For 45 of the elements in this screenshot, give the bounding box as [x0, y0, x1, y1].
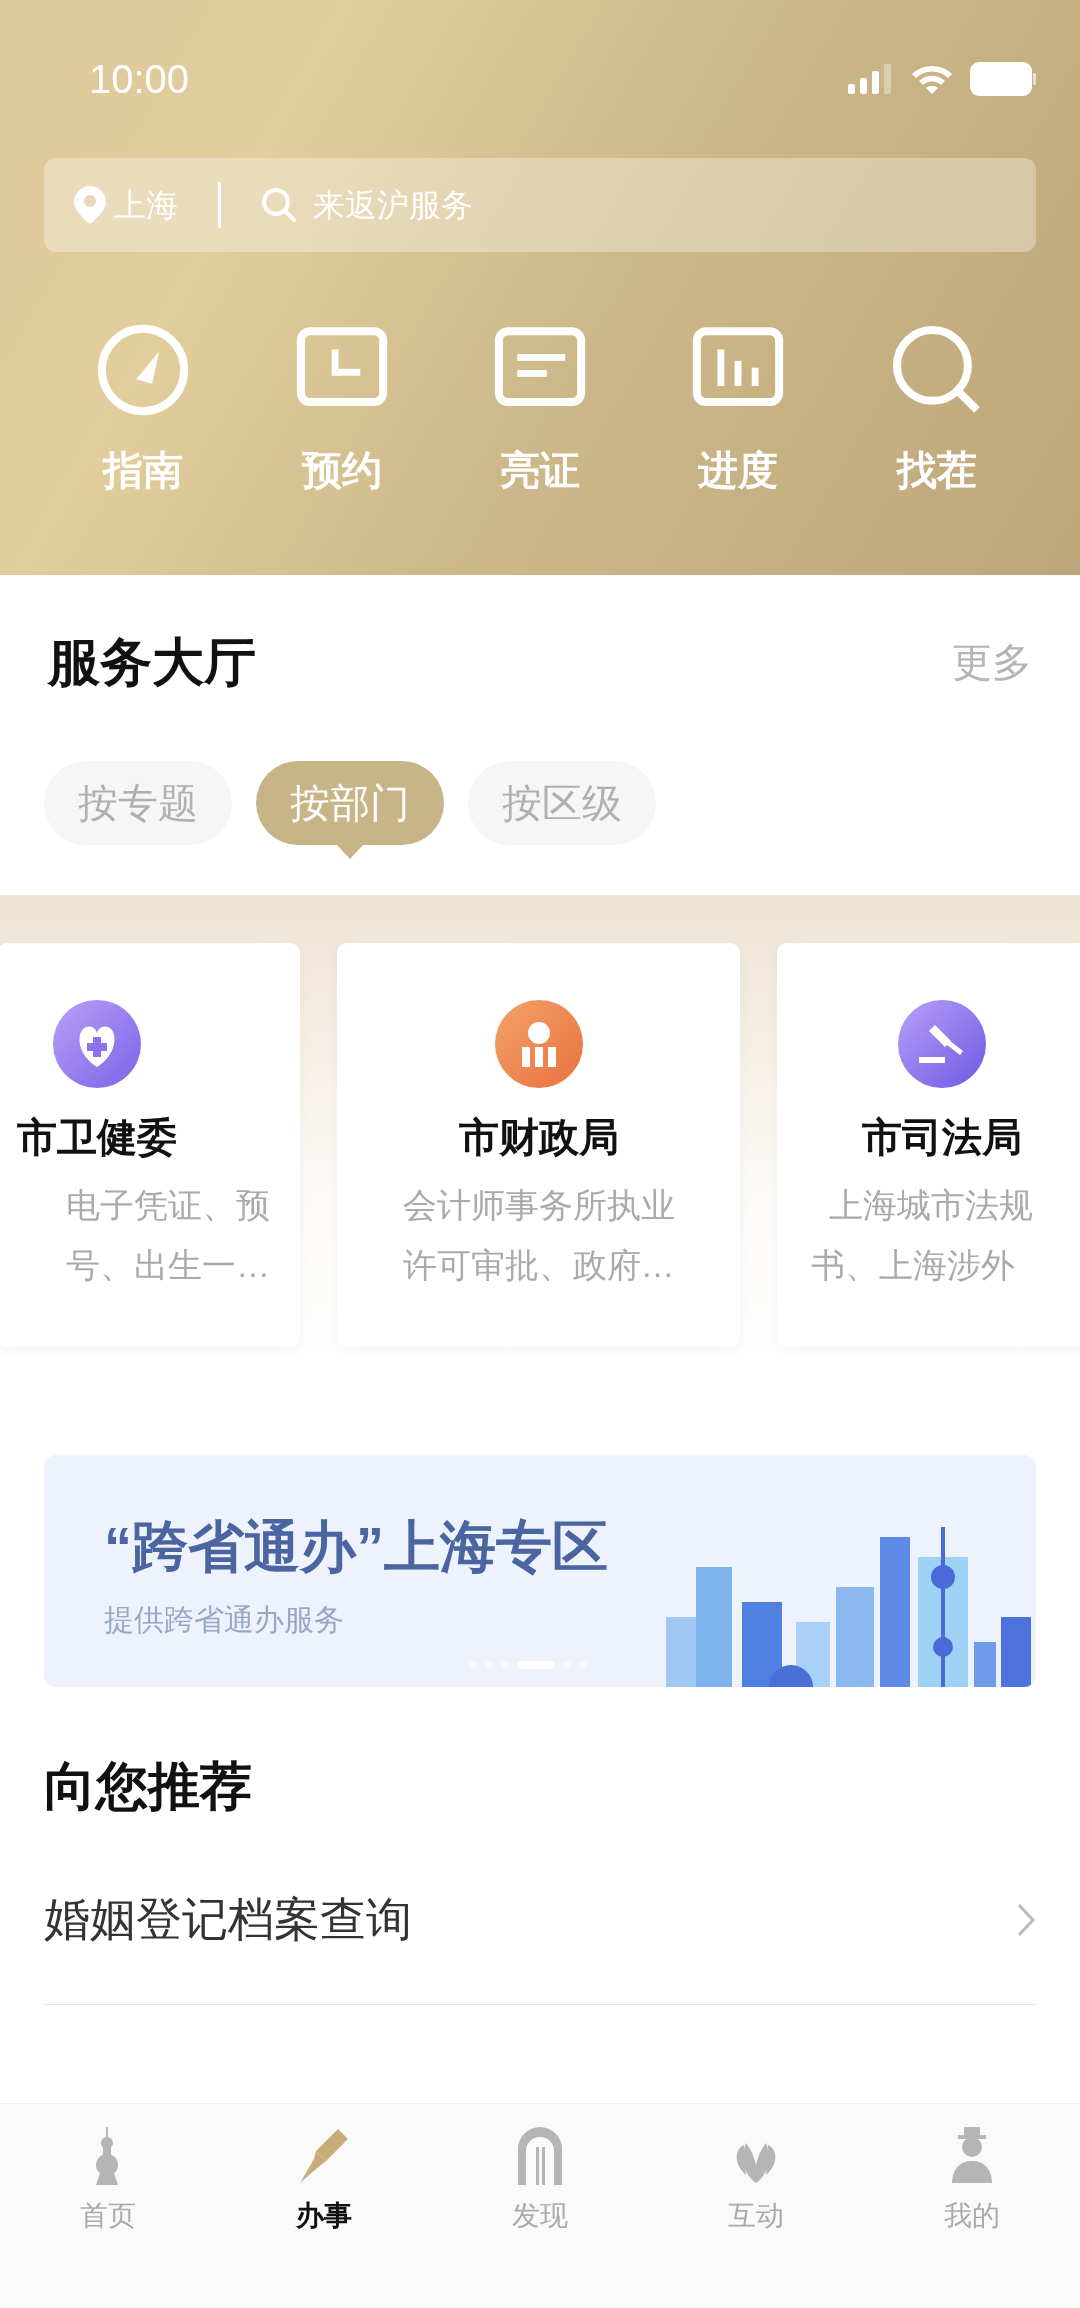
- search-bar[interactable]: 上海 来返沪服务: [44, 158, 1036, 252]
- search-placeholder: 来返沪服务: [313, 186, 473, 225]
- department-name: 市司法局: [861, 1114, 1023, 1161]
- department-card[interactable]: 市财政局 会计师事务所执业 许可审批、政府…: [337, 943, 740, 1347]
- service-name: 婚姻登记档案查询: [44, 1892, 412, 1947]
- tab-bar-item[interactable]: 发现: [432, 2124, 648, 2308]
- section-title: 服务大厅: [48, 632, 256, 693]
- action-label[interactable]: 找茬: [896, 440, 977, 500]
- action-label[interactable]: 预约: [301, 440, 382, 500]
- battery-icon: [970, 62, 1036, 96]
- action-label[interactable]: 指南: [103, 440, 184, 500]
- department-description: 上海城市法规: [829, 1185, 1033, 1226]
- department-name: 市财政局: [457, 1114, 620, 1161]
- section-title: 向您推荐: [44, 1756, 253, 1817]
- chevron-right-icon: [1016, 1901, 1036, 1938]
- gavel-icon: [897, 999, 987, 1089]
- department-card[interactable]: 市司法局 上海城市法规 书、上海涉外: [777, 943, 1080, 1347]
- tab-bar-item[interactable]: 首页: [0, 2124, 216, 2308]
- more-link[interactable]: 更多: [952, 632, 1032, 692]
- banner-subtitle: 提供跨省通办服务: [104, 1602, 345, 1638]
- department-description: 电子凭证、预: [66, 1185, 270, 1226]
- tab-bar-item[interactable]: 办事: [216, 2124, 432, 2308]
- department-description: 书、上海涉外: [811, 1245, 1015, 1286]
- coins-icon: [493, 999, 584, 1089]
- tab-bar-item[interactable]: 互动: [648, 2124, 864, 2308]
- department-description: 许可审批、政府…: [402, 1245, 675, 1286]
- search-icon: [261, 187, 297, 223]
- status-time: 10:00: [88, 56, 190, 103]
- action-label[interactable]: 亮证: [500, 440, 580, 500]
- wifi-icon: [910, 63, 954, 95]
- pointer-icon: [336, 844, 364, 859]
- department-description: 会计师事务所执业: [402, 1185, 675, 1226]
- department-name: 市卫健委: [16, 1114, 178, 1161]
- action-label[interactable]: 进度: [698, 440, 779, 500]
- filter-tab[interactable]: 按区级: [468, 761, 656, 845]
- department-description: 号、出生一…: [66, 1245, 270, 1286]
- tab-bar-item[interactable]: 我的: [864, 2124, 1080, 2308]
- location-pin-icon: [74, 186, 106, 224]
- city-label[interactable]: 上海: [114, 181, 178, 229]
- promo-banner[interactable]: “跨省通办”上海专区 提供跨省通办服务: [44, 1455, 1036, 1687]
- banner-title: “跨省通办”上海专区: [104, 1514, 608, 1580]
- service-row[interactable]: 婚姻登记档案查询: [44, 1835, 1036, 2005]
- filter-tab[interactable]: 按专题: [44, 761, 232, 845]
- department-card[interactable]: 市卫健委 电子凭证、预 号、出生一…: [0, 943, 300, 1347]
- signal-icon: [848, 64, 894, 94]
